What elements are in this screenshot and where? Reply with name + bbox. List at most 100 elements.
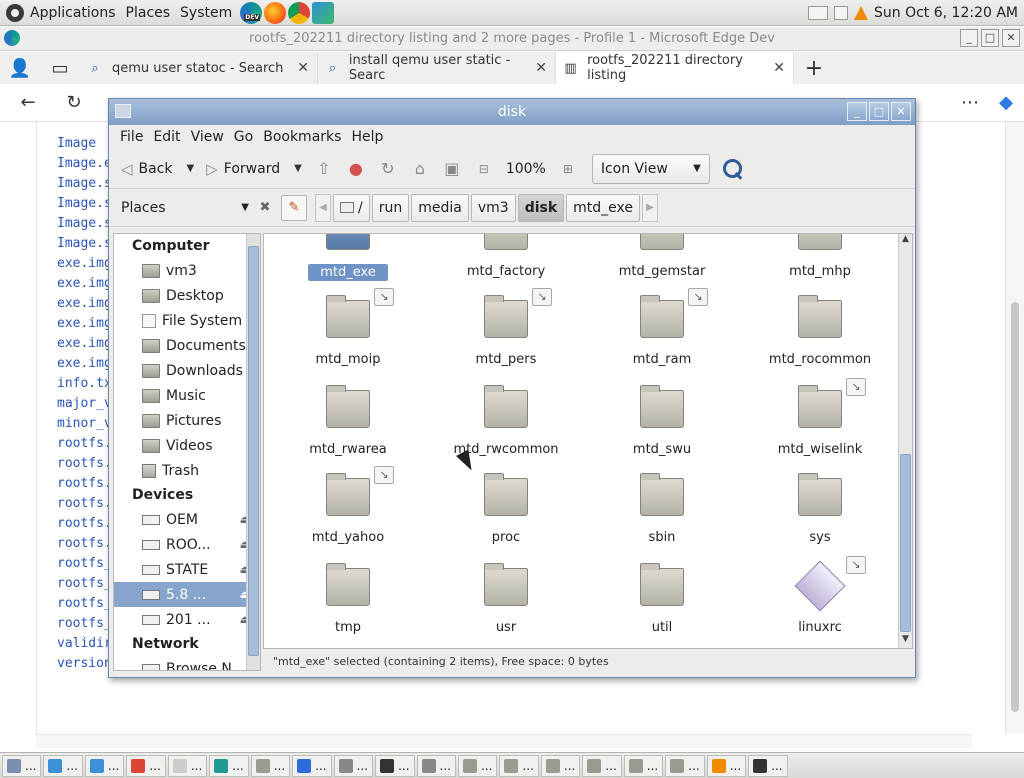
page-scrollbar[interactable] xyxy=(1006,122,1024,734)
directory-link[interactable]: rootfs_ xyxy=(57,616,112,631)
view-menu[interactable]: View xyxy=(186,129,229,145)
taskbar-button[interactable]: ... xyxy=(2,754,42,777)
taskbar-button[interactable]: ... xyxy=(582,754,622,777)
copilot-icon[interactable]: ◆ xyxy=(988,92,1024,113)
taskbar-button[interactable]: ... xyxy=(84,754,125,777)
places-menu[interactable]: Places xyxy=(122,5,175,21)
edit-location-icon[interactable]: ✎ xyxy=(281,194,307,221)
forward-button[interactable]: ▷ Forward ▼ xyxy=(202,157,306,181)
sidebar-item[interactable]: 5.8 ... ⏏ xyxy=(114,582,260,607)
file-item[interactable]: mtd_rocommon xyxy=(750,292,890,378)
taskbar-button[interactable]: ... xyxy=(167,754,208,777)
taskbar-button[interactable]: ... xyxy=(457,754,498,777)
breadcrumb-left-arrow[interactable]: ◀ xyxy=(315,193,331,222)
file-item[interactable]: ↘ mtd_wiselink xyxy=(750,378,890,468)
breadcrumb-disk[interactable]: disk xyxy=(517,193,565,222)
taskbar-button[interactable]: ... xyxy=(292,754,332,777)
file-item[interactable]: ↘ mtd_yahoo xyxy=(278,466,418,556)
firefox-launcher-icon[interactable] xyxy=(264,1,287,24)
file-item[interactable]: mtd_rwarea xyxy=(278,382,418,468)
file-item[interactable]: mtd_swu xyxy=(592,382,732,468)
directory-link[interactable]: rootfs. xyxy=(57,476,112,491)
directory-link[interactable]: exe.img xyxy=(57,316,112,331)
profile-icon[interactable]: 👤 xyxy=(0,58,40,79)
taskbar-button[interactable]: ... xyxy=(499,754,539,777)
breadcrumb-right-arrow[interactable]: ▶ xyxy=(642,193,659,222)
sidebar-item[interactable]: Pictures xyxy=(114,408,260,433)
file-item[interactable]: mtd_factory xyxy=(436,234,576,290)
taskbar-button[interactable]: ... xyxy=(333,754,374,777)
back-button[interactable]: ◁ Back ▼ xyxy=(117,157,198,181)
network-monitor-icon[interactable] xyxy=(808,5,828,20)
reload-icon[interactable]: ↻ xyxy=(374,159,402,178)
edge-dev-launcher-icon[interactable]: DEV xyxy=(240,1,263,24)
directory-link[interactable]: Image xyxy=(57,136,96,151)
file-item[interactable]: util xyxy=(592,560,732,646)
taskbar-button[interactable]: ... xyxy=(209,754,249,777)
page-horizontal-scrollbar[interactable] xyxy=(36,734,972,748)
sidebar-scrollbar[interactable] xyxy=(246,234,260,670)
zoom-out-icon[interactable]: ⊟ xyxy=(470,162,498,176)
directory-link[interactable]: rootfs. xyxy=(57,536,112,551)
breadcrumb-run[interactable]: run xyxy=(371,193,410,222)
file-item[interactable]: ↘ mtd_pers xyxy=(436,288,576,378)
scroll-thumb[interactable] xyxy=(248,246,259,656)
directory-link[interactable]: rootfs. xyxy=(57,516,112,531)
sidebar-item[interactable]: STATE ⏏ xyxy=(114,557,260,582)
maximize-button[interactable]: □ xyxy=(981,29,999,47)
taskbar-button[interactable]: ... xyxy=(706,754,747,777)
scroll-thumb[interactable] xyxy=(900,454,911,632)
scroll-thumb[interactable] xyxy=(1011,302,1019,712)
sidebar-type-select[interactable]: Places ▼ xyxy=(115,200,255,216)
new-tab-icon[interactable]: + xyxy=(794,56,834,81)
directory-link[interactable]: exe.img xyxy=(57,276,112,291)
file-item[interactable]: tmp xyxy=(278,560,418,646)
more-icon[interactable]: ⋯ xyxy=(952,92,988,113)
breadcrumb-media[interactable]: media xyxy=(411,193,469,222)
tab-close-icon[interactable]: ✕ xyxy=(773,60,785,76)
breadcrumb-vm3[interactable]: vm3 xyxy=(470,193,516,222)
taskbar-button[interactable]: ... xyxy=(43,754,83,777)
directory-link[interactable]: exe.img xyxy=(57,296,112,311)
directory-link[interactable]: Image.s xyxy=(57,216,112,231)
refresh-icon[interactable]: ↻ xyxy=(56,92,92,113)
sidebar-item[interactable]: vm3 xyxy=(114,258,260,283)
edit-menu[interactable]: Edit xyxy=(148,129,185,145)
tab-install-qemu[interactable]: ⌕ install qemu user static - Searc ✕ xyxy=(318,52,556,84)
directory-link[interactable]: rootfs. xyxy=(57,456,112,471)
file-item[interactable]: mtd_gemstar xyxy=(592,234,732,290)
file-menu[interactable]: File xyxy=(115,129,148,145)
directory-link[interactable]: rootfs_ xyxy=(57,556,112,571)
tab-qemu-statoc[interactable]: ⌕ qemu user statoc - Search ✕ xyxy=(80,52,318,84)
close-button[interactable]: ✕ xyxy=(1002,29,1020,47)
back-arrow-icon[interactable]: ← xyxy=(0,92,56,113)
directory-link[interactable]: Image.s xyxy=(57,236,112,251)
minimize-button[interactable]: _ xyxy=(847,102,867,121)
taskbar-button[interactable]: ... xyxy=(250,754,291,777)
vscode-launcher-icon[interactable] xyxy=(312,1,335,24)
bookmarks-menu[interactable]: Bookmarks xyxy=(258,129,346,145)
directory-link[interactable]: Image.s xyxy=(57,196,112,211)
file-item[interactable]: ↘ linuxrc xyxy=(750,556,890,646)
file-item[interactable]: usr xyxy=(436,560,576,646)
system-menu[interactable]: System xyxy=(176,5,236,21)
sidebar-item[interactable]: Desktop xyxy=(114,283,260,308)
sidebar-item[interactable]: Trash xyxy=(114,458,260,483)
directory-link[interactable]: exe.img xyxy=(57,336,112,351)
sidebar-item[interactable]: Downloads xyxy=(114,358,260,383)
directory-link[interactable]: minor_v xyxy=(57,416,112,431)
scroll-up-arrow[interactable]: ▲ xyxy=(899,234,912,248)
tab-actions-icon[interactable]: ▭ xyxy=(40,58,80,79)
minimize-button[interactable]: _ xyxy=(960,29,978,47)
directory-link[interactable]: Image.e xyxy=(57,156,112,171)
taskbar-button[interactable]: ... xyxy=(540,754,581,777)
tab-rootfs-listing[interactable]: ▥ rootfs_202211 directory listing ✕ xyxy=(556,52,794,84)
search-icon[interactable] xyxy=(720,156,746,182)
taskbar-button[interactable]: ... xyxy=(375,754,415,777)
chrome-launcher-icon[interactable] xyxy=(288,1,311,24)
up-arrow-icon[interactable]: ⇧ xyxy=(310,159,338,178)
file-item[interactable]: mtd_exe xyxy=(278,234,418,290)
directory-link[interactable]: rootfs. xyxy=(57,496,112,511)
chevron-down-icon[interactable]: ▼ xyxy=(294,163,302,174)
sidebar-item[interactable]: Documents xyxy=(114,333,260,358)
